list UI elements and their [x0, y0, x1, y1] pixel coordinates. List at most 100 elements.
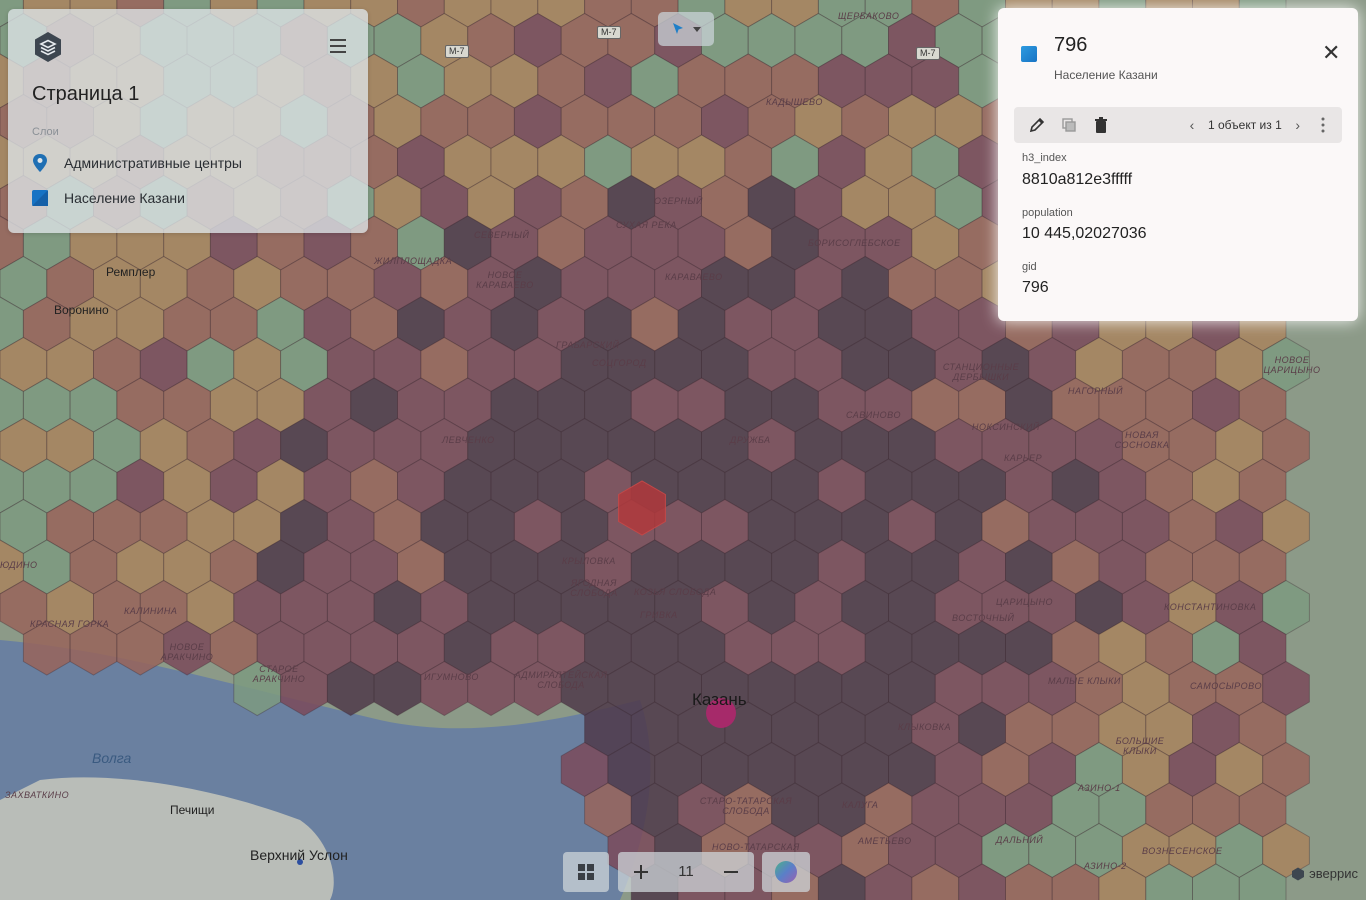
district-label: САМОСЫРОВО [1190, 681, 1262, 691]
field-key: population [1022, 207, 1073, 219]
feature-toolbar: ‹ 1 объект из 1 › [1014, 107, 1342, 143]
cursor-select-icon [673, 23, 683, 34]
district-label: СЕВЕРНЫЙ [474, 230, 530, 240]
layer-color-swatch [1021, 46, 1037, 62]
app-logo-icon[interactable] [32, 31, 64, 63]
district-label: АЗИНО-2 [1084, 861, 1127, 871]
district-label: ЖИЛПЛОЩАДКА [374, 256, 453, 266]
menu-icon[interactable] [330, 39, 346, 53]
page-title: Страница 1 [32, 83, 140, 105]
district-label: КОЗЬЯ СЛОБОДА [634, 587, 717, 597]
feature-title: 796 [1054, 34, 1088, 56]
basemap-switcher-button[interactable] [762, 852, 810, 892]
district-label: ЩЕРБАКОВО [838, 11, 900, 21]
district-label: КЛЫКОВКА [898, 722, 951, 732]
district-label: ЮДИНО [0, 560, 38, 570]
district-label: СТАРО-ТАТАРСКАЯ СЛОБОДА [699, 796, 793, 816]
map-pin-icon [33, 154, 47, 172]
district-label: НОВОЕ КАРАВАЕВО [476, 270, 534, 290]
zoom-level: 11 [678, 863, 694, 880]
grid-icon [578, 864, 594, 880]
town-label: Верхний Услон [250, 847, 348, 863]
road-badge: M-7 [597, 26, 621, 39]
layer-item-population[interactable]: Население Казани [32, 187, 185, 209]
chevron-down-icon [693, 27, 701, 32]
feature-pager: ‹ 1 объект из 1 › [1184, 107, 1306, 143]
district-label: КАДЫШЕВО [766, 97, 823, 107]
district-label: ВОСТОЧНЫЙ [952, 613, 1015, 623]
district-label: НОВО-ТАТАРСКАЯ [712, 842, 800, 852]
attribution: эверрис [1291, 866, 1358, 881]
district-label: БОРИСОГЛЕБСКОЕ [808, 238, 901, 248]
district-label: АЗИНО-1 [1078, 783, 1121, 793]
river-label: Волга [92, 750, 132, 766]
district-label: ДАЛЬНИЙ [996, 835, 1044, 845]
field-key: h3_index [1022, 152, 1067, 164]
district-label: ГРАБАРСКИЙ [556, 340, 620, 350]
feature-info-panel: 796 Население Казани ✕ ‹ 1 объект из 1 ›… [998, 8, 1358, 321]
copy-icon[interactable] [1060, 116, 1078, 134]
district-label: САВИНОВО [846, 410, 901, 420]
town-label: Ремплер [106, 265, 156, 279]
layout-grid-button[interactable] [563, 852, 609, 892]
district-label: КАЛУГА [842, 800, 879, 810]
district-label: ОЗЕРНЫЙ [654, 196, 703, 206]
field-value: 10 445,02027036 [1022, 225, 1147, 242]
chevron-right-icon[interactable]: › [1290, 117, 1306, 133]
district-label: ДРУЖБА [730, 435, 771, 445]
zoom-in-button[interactable] [618, 852, 664, 892]
field-value: 8810a812e3fffff [1022, 171, 1133, 188]
district-label: СТАНЦИОННЫЕ ДЕРБЫШКИ [942, 362, 1020, 382]
district-label: БОЛЬШИЕ КЛЫКИ [1115, 736, 1165, 756]
city-label: Казань [692, 690, 747, 709]
district-label: АДМИРАЛТЕЙСКАЯ СЛОБОДА [514, 670, 608, 690]
attribution-text: эверрис [1309, 866, 1358, 881]
layers-panel: Страница 1 Слои Административные центры … [8, 9, 368, 233]
field-value: 796 [1022, 279, 1049, 296]
feature-layer-name: Население Казани [1054, 68, 1158, 82]
district-label: НАГОРНЫЙ [1068, 386, 1124, 396]
chevron-left-icon[interactable]: ‹ [1184, 117, 1200, 133]
district-label: ЦАРИЦЫНО [996, 597, 1054, 607]
district-label: КАЛИНИНА [124, 606, 178, 616]
district-label: ЯГОДНАЯ СЛОБОДА [570, 578, 618, 598]
plus-icon [634, 865, 648, 879]
minus-icon [724, 871, 738, 873]
district-label: КРАСНАЯ ГОРКА [30, 619, 110, 629]
district-label: АМЕТЬЕВО [858, 836, 912, 846]
zoom-out-button[interactable] [708, 852, 754, 892]
district-label: КРЫЛОВКА [562, 556, 616, 566]
layer-label: Население Казани [64, 190, 185, 206]
district-label: ВОЗНЕСЕНСКОЕ [1142, 846, 1223, 856]
field-key: gid [1022, 261, 1037, 273]
district-label: КАРЬЕР [1004, 453, 1043, 463]
brand-logo-icon [1292, 867, 1305, 880]
zoom-control: 11 [618, 852, 754, 892]
district-label: НОВОЕ ЦАРИЦЫНО [1263, 355, 1321, 375]
district-label: НОКСИНСКИЙ [972, 422, 1040, 432]
layer-label: Административные центры [64, 155, 242, 171]
pager-text: 1 объект из 1 [1208, 118, 1282, 132]
close-icon[interactable]: ✕ [1322, 42, 1340, 64]
delete-trash-icon[interactable] [1092, 116, 1110, 134]
layers-heading: Слои [32, 126, 59, 138]
district-label: НОВОЕ АРАКЧИНО [160, 642, 214, 662]
district-label: КОНСТАНТИНОВКА [1164, 602, 1257, 612]
district-label: МАЛЫЕ КЛЫКИ [1048, 676, 1121, 686]
district-label: СУХАЯ РЕКА [616, 220, 677, 230]
polygon-layer-icon [32, 190, 48, 206]
district-label: ЛЕВЧЕНКО [442, 435, 495, 445]
road-badge: M-7 [916, 47, 940, 60]
district-label: НОВАЯ СОСНОВКА [1114, 430, 1170, 450]
globe-icon [775, 861, 797, 883]
district-label: СТАРОЕ АРАКЧИНО [252, 664, 306, 684]
more-vertical-icon[interactable] [1320, 116, 1326, 134]
town-label: Воронино [54, 303, 109, 317]
selection-tool-button[interactable] [658, 12, 714, 46]
district-label: СОЦГОРОД [592, 358, 647, 368]
layer-item-admin-centers[interactable]: Административные центры [32, 152, 242, 174]
district-label: ЗАХВАТКИНО [5, 790, 70, 800]
edit-pencil-icon[interactable] [1028, 116, 1046, 134]
district-label: КАРАВАЕВО [665, 272, 723, 282]
road-badge: M-7 [445, 45, 469, 58]
